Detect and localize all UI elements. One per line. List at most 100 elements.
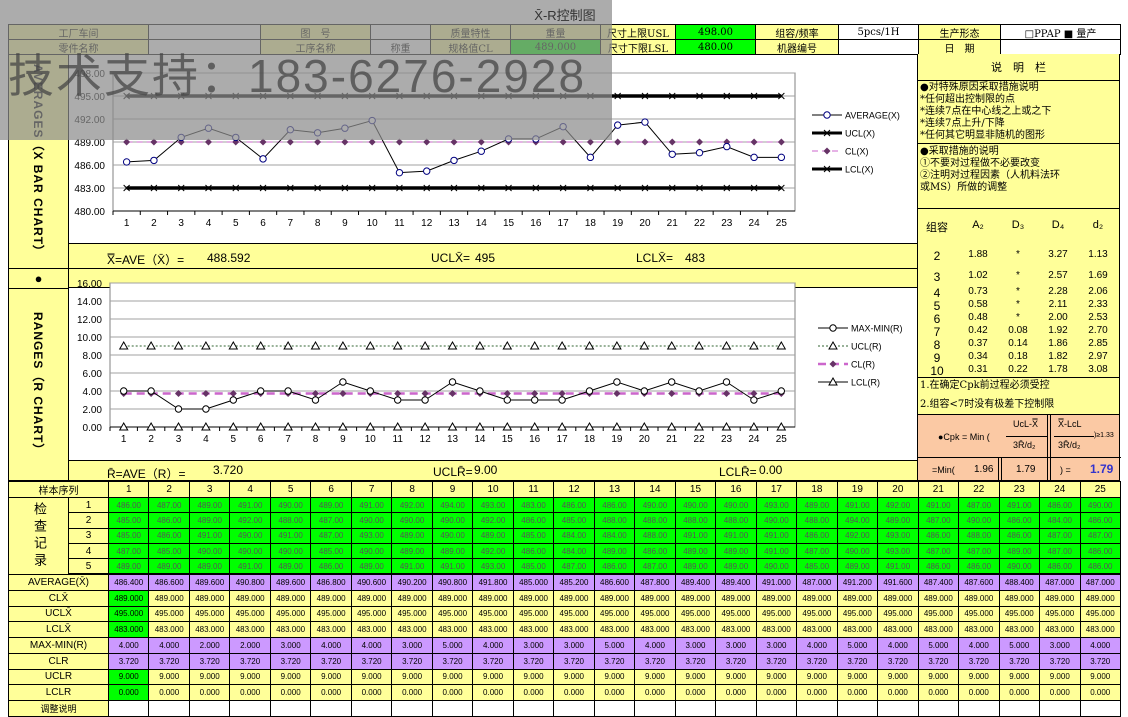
sample-cell[interactable]: 490.00	[188, 542, 231, 560]
sample-cell[interactable]: 486.00	[148, 512, 190, 529]
sample-cell[interactable]: 489.00	[715, 542, 757, 560]
sample-cell[interactable]: 493.00	[877, 527, 919, 544]
derived-cell[interactable]	[715, 699, 757, 717]
derived-cell[interactable]	[391, 699, 433, 717]
sample-cell[interactable]: 489.00	[715, 558, 757, 575]
sample-cell[interactable]: 489.00	[108, 558, 150, 575]
sample-cell[interactable]: 489.00	[593, 542, 636, 560]
sample-cell[interactable]: 491.00	[674, 527, 717, 544]
sample-cell[interactable]: 490.00	[269, 542, 312, 560]
sample-cell[interactable]: 489.00	[472, 527, 514, 544]
derived-cell[interactable]	[755, 699, 798, 717]
sample-cell[interactable]: 490.00	[431, 527, 474, 544]
sample-cell[interactable]: 487.00	[310, 512, 352, 529]
sample-cell[interactable]: 485.00	[553, 512, 595, 529]
sample-cell[interactable]: 485.00	[796, 558, 838, 575]
sample-cell[interactable]: 490.00	[229, 527, 271, 544]
derived-cell[interactable]	[148, 699, 190, 717]
sample-cell[interactable]: 485.00	[310, 542, 352, 560]
header-row2-cell-11[interactable]	[1000, 39, 1121, 55]
sample-cell[interactable]: 484.00	[553, 527, 595, 544]
derived-cell[interactable]	[1039, 699, 1081, 717]
sample-cell[interactable]: 487.00	[148, 497, 190, 514]
sample-cell[interactable]: 490.00	[674, 497, 717, 514]
sample-cell[interactable]: 489.00	[188, 497, 231, 514]
sample-cell[interactable]: 489.00	[188, 558, 231, 575]
sample-cell[interactable]: 491.00	[755, 542, 798, 560]
sample-cell[interactable]: 494.00	[836, 512, 879, 529]
derived-cell[interactable]	[431, 699, 474, 717]
sample-cell[interactable]: 489.00	[391, 542, 433, 560]
sample-cell[interactable]: 493.00	[877, 542, 919, 560]
sample-cell[interactable]: 487.00	[310, 527, 352, 544]
header-row1-cell-11[interactable]: □PPAP ■ 量产	[1000, 24, 1121, 40]
sample-cell[interactable]: 492.00	[877, 497, 919, 514]
derived-cell[interactable]	[998, 699, 1041, 717]
sample-cell[interactable]: 486.00	[917, 558, 960, 575]
sample-cell[interactable]: 489.00	[310, 497, 352, 514]
sample-cell[interactable]: 487.00	[917, 512, 960, 529]
sample-cell[interactable]: 490.00	[755, 558, 798, 575]
derived-cell[interactable]	[310, 699, 352, 717]
sample-cell[interactable]: 487.00	[108, 542, 150, 560]
sample-cell[interactable]: 486.00	[1039, 558, 1081, 575]
derived-cell[interactable]	[917, 699, 960, 717]
sample-cell[interactable]: 486.00	[512, 512, 555, 529]
sample-cell[interactable]: 490.00	[715, 497, 757, 514]
sample-cell[interactable]: 486.00	[958, 558, 1000, 575]
sample-cell[interactable]: 488.00	[269, 512, 312, 529]
derived-cell[interactable]	[269, 699, 312, 717]
sample-cell[interactable]: 486.00	[1079, 542, 1121, 560]
sample-cell[interactable]: 486.00	[593, 497, 636, 514]
sample-cell[interactable]: 489.00	[836, 558, 879, 575]
derived-cell[interactable]	[634, 699, 676, 717]
sample-cell[interactable]: 486.00	[998, 527, 1041, 544]
sample-cell[interactable]: 483.00	[512, 497, 555, 514]
sample-cell[interactable]: 491.00	[391, 558, 433, 575]
derived-cell[interactable]	[958, 699, 1000, 717]
sample-cell[interactable]: 486.00	[998, 512, 1041, 529]
sample-cell[interactable]: 490.00	[958, 512, 1000, 529]
sample-cell[interactable]: 494.00	[431, 497, 474, 514]
sample-cell[interactable]: 491.00	[269, 527, 312, 544]
sample-cell[interactable]: 491.00	[715, 527, 757, 544]
sample-cell[interactable]: 489.00	[998, 542, 1041, 560]
sample-cell[interactable]: 489.00	[391, 527, 433, 544]
sample-cell[interactable]: 485.00	[108, 527, 150, 544]
sample-cell[interactable]: 488.00	[634, 512, 676, 529]
sample-cell[interactable]: 490.00	[836, 542, 879, 560]
sample-cell[interactable]: 489.00	[796, 497, 838, 514]
sample-cell[interactable]: 491.00	[188, 527, 231, 544]
sample-cell[interactable]: 490.00	[350, 512, 393, 529]
sample-cell[interactable]: 491.00	[229, 558, 271, 575]
derived-cell[interactable]	[108, 699, 150, 717]
sample-cell[interactable]: 486.00	[796, 527, 838, 544]
derived-cell[interactable]	[512, 699, 555, 717]
derived-cell[interactable]	[188, 699, 231, 717]
sample-cell[interactable]: 492.00	[391, 497, 433, 514]
sample-cell[interactable]: 493.00	[472, 558, 514, 575]
sample-cell[interactable]: 491.00	[998, 497, 1041, 514]
sample-cell[interactable]: 487.00	[634, 558, 676, 575]
sample-cell[interactable]: 492.00	[472, 512, 514, 529]
derived-cell[interactable]	[877, 699, 919, 717]
sample-cell[interactable]: 490.00	[1079, 497, 1121, 514]
sample-cell[interactable]: 490.00	[755, 512, 798, 529]
sample-cell[interactable]: 489.00	[148, 558, 190, 575]
sample-cell[interactable]: 492.00	[229, 512, 271, 529]
sample-cell[interactable]: 489.00	[674, 542, 717, 560]
derived-cell[interactable]	[472, 699, 514, 717]
sample-cell[interactable]: 488.00	[715, 512, 757, 529]
sample-cell[interactable]: 487.00	[958, 497, 1000, 514]
sample-cell[interactable]: 493.00	[472, 497, 514, 514]
sample-cell[interactable]: 486.00	[310, 558, 352, 575]
sample-cell[interactable]: 486.00	[1079, 558, 1121, 575]
sample-cell[interactable]: 487.00	[796, 542, 838, 560]
sample-cell[interactable]: 486.00	[593, 558, 636, 575]
derived-cell[interactable]	[553, 699, 595, 717]
sample-cell[interactable]: 489.00	[188, 512, 231, 529]
sample-cell[interactable]: 485.00	[512, 527, 555, 544]
sample-cell[interactable]: 491.00	[350, 497, 393, 514]
sample-cell[interactable]: 484.00	[593, 527, 636, 544]
sample-cell[interactable]: 493.00	[755, 497, 798, 514]
